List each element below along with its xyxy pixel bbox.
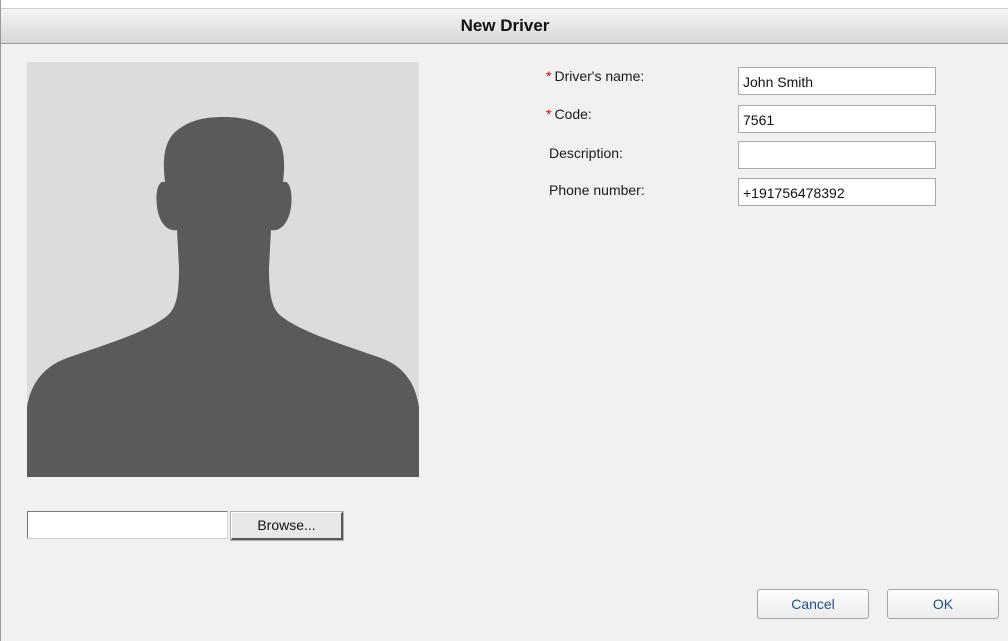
phone-number-label: Phone number: — [549, 182, 645, 198]
dialog-title: New Driver — [460, 16, 550, 35]
code-label-text: Code: — [554, 106, 592, 122]
required-marker: * — [546, 68, 552, 84]
driver-name-label: * Driver's name: — [546, 68, 644, 84]
driver-photo — [27, 62, 419, 477]
driver-name-label-text: Driver's name: — [554, 68, 645, 84]
browse-button[interactable]: Browse... — [230, 511, 344, 541]
description-input[interactable] — [738, 141, 936, 169]
person-silhouette-icon — [27, 62, 419, 477]
description-label: Description: — [549, 145, 623, 161]
cancel-button[interactable]: Cancel — [757, 589, 869, 619]
ok-button[interactable]: OK — [887, 589, 999, 619]
top-strip — [1, 0, 1008, 8]
file-path-input[interactable] — [27, 511, 228, 539]
driver-name-input[interactable]: John Smith — [738, 67, 936, 95]
new-driver-dialog: New Driver Browse... * Driver's name: Joh… — [0, 0, 1008, 641]
code-input[interactable]: 7561 — [738, 105, 936, 133]
code-label: * Code: — [546, 106, 592, 122]
required-marker: * — [546, 106, 552, 122]
phone-number-input[interactable]: +191756478392 — [738, 178, 936, 206]
dialog-titlebar[interactable]: New Driver — [1, 8, 1008, 44]
